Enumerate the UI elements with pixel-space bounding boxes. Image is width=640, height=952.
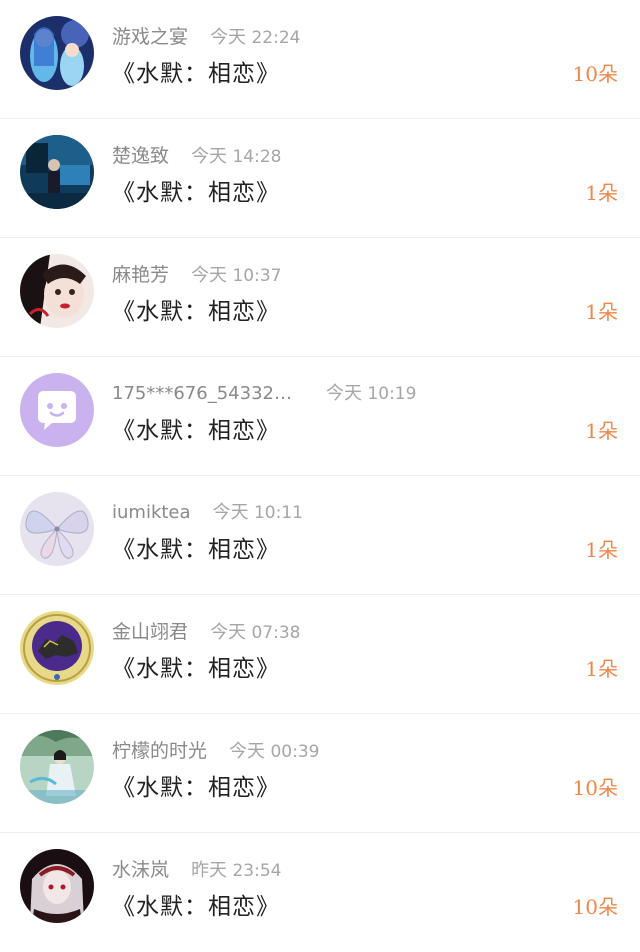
avatar[interactable]: [20, 373, 94, 447]
timestamp: 今天 22:24: [210, 27, 301, 48]
avatar-anime-blue-icon: [20, 16, 94, 90]
list-item[interactable]: iumiktea 今天 10:11 《水默：相恋》 1朵: [0, 476, 640, 595]
time-label: 22:24: [251, 28, 301, 48]
avatar[interactable]: [20, 135, 94, 209]
timestamp: 昨天 23:54: [191, 860, 282, 881]
user-name[interactable]: 175***676_54332…: [112, 383, 292, 404]
avatar[interactable]: [20, 492, 94, 566]
list-item[interactable]: 金山翊君 今天 07:38 《水默：相恋》 1朵: [0, 595, 640, 714]
timestamp: 今天 10:11: [212, 502, 303, 523]
timestamp: 今天 00:39: [229, 741, 320, 762]
flower-count: 1朵: [585, 657, 618, 681]
day-label: 今天: [229, 741, 266, 762]
flower-count: 1朵: [585, 419, 618, 443]
item-meta: iumiktea 今天 10:11: [112, 498, 303, 524]
flower-count: 1朵: [585, 181, 618, 205]
timestamp: 今天 14:28: [191, 146, 282, 167]
day-label: 今天: [212, 502, 249, 523]
avatar[interactable]: [20, 849, 94, 923]
user-name[interactable]: 麻艳芳: [112, 264, 169, 286]
user-name[interactable]: iumiktea: [112, 502, 191, 523]
item-meta: 175***676_54332… 今天 10:19: [112, 379, 416, 405]
day-label: 今天: [210, 27, 247, 48]
avatar-anime-dark-icon: [20, 849, 94, 923]
list-item[interactable]: 175***676_54332… 今天 10:19 《水默：相恋》 1朵: [0, 357, 640, 476]
flower-count: 1朵: [585, 538, 618, 562]
book-title: 《水默：相恋》: [112, 537, 280, 563]
book-title: 《水默：相恋》: [112, 61, 280, 87]
day-label: 今天: [191, 146, 228, 167]
avatar-photo-blue-icon: [20, 135, 94, 209]
flower-count: 1朵: [585, 300, 618, 324]
time-label: 10:19: [367, 384, 417, 404]
book-title: 《水默：相恋》: [112, 656, 280, 682]
timestamp: 今天 10:37: [191, 265, 282, 286]
list-item[interactable]: 柠檬的时光 今天 00:39 《水默：相恋》 10朵: [0, 714, 640, 833]
book-title: 《水默：相恋》: [112, 775, 280, 801]
avatar[interactable]: [20, 730, 94, 804]
avatar[interactable]: [20, 16, 94, 90]
item-meta: 麻艳芳 今天 10:37: [112, 260, 281, 287]
timestamp: 今天 10:19: [326, 383, 417, 404]
time-label: 14:28: [232, 147, 282, 167]
book-title: 《水默：相恋》: [112, 894, 280, 920]
user-name[interactable]: 柠檬的时光: [112, 740, 207, 762]
book-title: 《水默：相恋》: [112, 299, 280, 325]
list-item[interactable]: 楚逸致 今天 14:28 《水默：相恋》 1朵: [0, 119, 640, 238]
book-title: 《水默：相恋》: [112, 418, 280, 444]
timestamp: 今天 07:38: [210, 622, 301, 643]
gift-record-list: 游戏之宴 今天 22:24 《水默：相恋》 10朵 楚逸致 今天 14:28 《…: [0, 0, 640, 944]
time-label: 00:39: [270, 742, 320, 762]
list-item[interactable]: 麻艳芳 今天 10:37 《水默：相恋》 1朵: [0, 238, 640, 357]
list-item[interactable]: 水沫岚 昨天 23:54 《水默：相恋》 10朵: [0, 833, 640, 952]
day-label: 昨天: [191, 860, 228, 881]
item-meta: 水沫岚 昨天 23:54: [112, 855, 281, 882]
time-label: 23:54: [232, 861, 282, 881]
day-label: 今天: [191, 265, 228, 286]
avatar[interactable]: [20, 254, 94, 328]
book-title: 《水默：相恋》: [112, 180, 280, 206]
time-label: 07:38: [251, 623, 301, 643]
item-meta: 游戏之宴 今天 22:24: [112, 22, 300, 49]
day-label: 今天: [326, 383, 363, 404]
user-name[interactable]: 楚逸致: [112, 145, 169, 167]
time-label: 10:37: [232, 266, 282, 286]
flower-count: 10朵: [572, 776, 618, 800]
item-meta: 楚逸致 今天 14:28: [112, 141, 281, 168]
user-name[interactable]: 金山翊君: [112, 621, 188, 643]
list-item[interactable]: 游戏之宴 今天 22:24 《水默：相恋》 10朵: [0, 0, 640, 119]
flower-count: 10朵: [572, 62, 618, 86]
item-meta: 金山翊君 今天 07:38: [112, 617, 300, 644]
avatar[interactable]: [20, 611, 94, 685]
avatar-emblem-icon: [20, 611, 94, 685]
avatar-butterfly-icon: [20, 492, 94, 566]
flower-count: 10朵: [572, 895, 618, 919]
avatar-photo-face-icon: [20, 254, 94, 328]
avatar-photo-green-icon: [20, 730, 94, 804]
time-label: 10:11: [253, 503, 303, 523]
user-name[interactable]: 游戏之宴: [112, 26, 188, 48]
item-meta: 柠檬的时光 今天 00:39: [112, 736, 319, 763]
chat-bubble-icon: [20, 373, 94, 447]
day-label: 今天: [210, 622, 247, 643]
user-name[interactable]: 水沫岚: [112, 859, 169, 881]
